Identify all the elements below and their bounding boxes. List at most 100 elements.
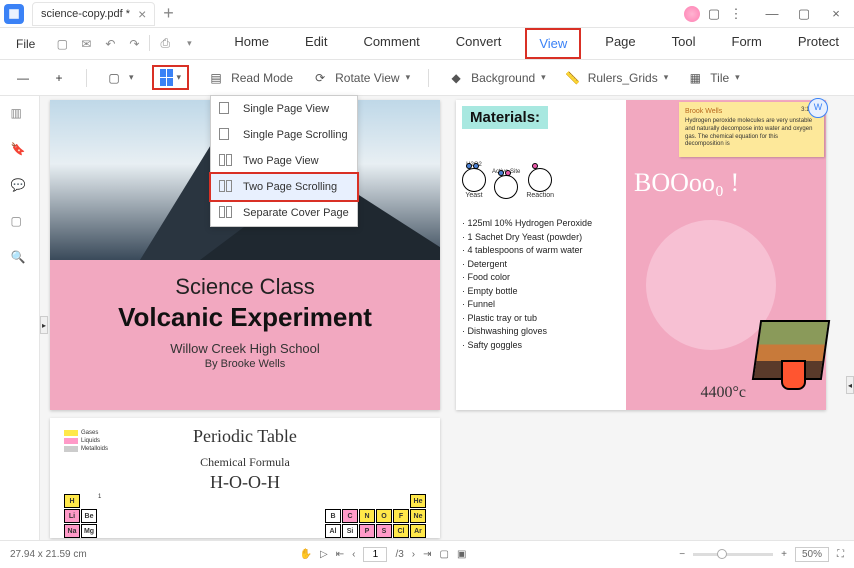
notification-icon[interactable]: ▢ xyxy=(706,6,722,22)
read-mode-button[interactable]: ▤ Read Mode xyxy=(207,69,293,87)
quick-access-toolbar: ▢ ✉ ↶ ↷ ⎙ ▾ xyxy=(53,35,198,53)
separator xyxy=(428,69,429,87)
elements-right-block: He B C N O F Ne Al Si P S Cl Ar xyxy=(325,494,426,538)
element-he: He xyxy=(410,494,426,508)
main-area: ▥ 🔖 💬 ▢ 🔍 ▸ Single Page View Single Page… xyxy=(0,96,854,540)
kebab-menu-icon[interactable]: ⋮ xyxy=(728,6,744,22)
close-window-button[interactable]: × xyxy=(822,6,850,21)
attachments-icon[interactable]: ▢ xyxy=(11,214,29,232)
last-page-button[interactable]: ⇥ xyxy=(423,549,431,560)
background-button[interactable]: ◆ Background▾ xyxy=(447,69,546,87)
fit-page-icon[interactable]: ▣ xyxy=(457,549,466,560)
tile-button[interactable]: ▦ Tile▾ xyxy=(686,69,739,87)
undo-icon[interactable]: ↶ xyxy=(101,35,119,53)
pdf-page-3: Gases Liquids Metalloids Periodic Table … xyxy=(50,418,440,538)
menu-single-page-view[interactable]: Single Page View xyxy=(211,96,357,122)
zoom-out-icon[interactable]: − xyxy=(679,549,685,560)
thumbnails-icon[interactable]: ▥ xyxy=(11,106,29,124)
element-n: N xyxy=(359,509,375,523)
annotation-note[interactable]: W Brook Wells3:11 P Hydrogen peroxide mo… xyxy=(679,102,824,157)
expand-right-panel[interactable]: ◂ xyxy=(846,376,854,394)
page-dimensions: 27.94 x 21.59 cm xyxy=(10,549,87,560)
menu-item-label: Single Page View xyxy=(243,103,329,115)
hand-tool-icon[interactable]: ✋ xyxy=(300,549,312,560)
fullscreen-icon[interactable]: ⛶ xyxy=(837,549,844,560)
ribbon-tabs: Home Edit Comment Convert View Page Tool… xyxy=(222,28,851,59)
zoom-in-icon[interactable]: + xyxy=(781,549,787,560)
prev-page-button[interactable]: ‹ xyxy=(352,549,355,560)
separator xyxy=(86,69,87,87)
file-menu[interactable]: File xyxy=(8,33,43,55)
maximize-button[interactable]: ▢ xyxy=(790,6,818,22)
two-scroll-icon xyxy=(219,180,235,194)
menu-separate-cover[interactable]: Separate Cover Page xyxy=(211,200,357,226)
page2-illustration: W Brook Wells3:11 P Hydrogen peroxide mo… xyxy=(626,100,826,410)
element-s: S xyxy=(376,524,392,538)
two-page-icon xyxy=(160,69,173,86)
minimize-button[interactable]: — xyxy=(758,6,786,21)
tab-edit[interactable]: Edit xyxy=(293,28,339,59)
titlebar: science-copy.pdf * × + ▢ ⋮ — ▢ × xyxy=(0,0,854,28)
document-viewport[interactable]: Science Class Volcanic Experiment Willow… xyxy=(40,96,854,540)
bookmarks-icon[interactable]: 🔖 xyxy=(11,142,29,160)
expand-left-panel[interactable]: ▸ xyxy=(40,316,48,334)
tab-home[interactable]: Home xyxy=(222,28,281,59)
menu-item-label: Two Page Scrolling xyxy=(243,181,337,193)
fit-width-icon[interactable]: ▢ xyxy=(440,549,449,560)
page-layout-dropdown[interactable]: ▾ xyxy=(152,65,190,90)
zoom-slider[interactable] xyxy=(693,553,773,556)
zoom-in-button[interactable]: + xyxy=(50,69,68,87)
fit-tool[interactable]: ▢▾ xyxy=(105,69,134,87)
tab-form[interactable]: Form xyxy=(720,28,774,59)
rulers-grids-button[interactable]: 📏 Rulers_Grids▾ xyxy=(564,69,669,87)
search-panel-icon[interactable]: 🔍 xyxy=(11,250,29,268)
materials-list: 125ml 10% Hydrogen Peroxide 1 Sachet Dry… xyxy=(462,217,620,352)
fit-icon: ▢ xyxy=(105,69,123,87)
legend-metalloids: Metalloids xyxy=(81,446,108,452)
zoom-value[interactable]: 50% xyxy=(795,547,829,562)
mail-icon[interactable]: ✉ xyxy=(77,35,95,53)
new-tab-button[interactable]: + xyxy=(163,3,174,24)
user-badge-icon[interactable] xyxy=(684,6,700,22)
tab-convert[interactable]: Convert xyxy=(444,28,514,59)
elements-left-block: H1 Li Be Na Mg xyxy=(64,494,114,538)
pink-circle-graphic xyxy=(646,220,776,350)
page2-materials-column: Materials: H2O2Yeast Active Site Reactio… xyxy=(456,100,626,410)
page1-author: By Brooke Wells xyxy=(50,358,440,370)
separator xyxy=(149,35,150,51)
menu-two-page-scrolling[interactable]: Two Page Scrolling xyxy=(209,172,359,202)
select-tool-icon[interactable]: ▷ xyxy=(320,549,328,560)
rotate-view-button[interactable]: ⟳ Rotate View▾ xyxy=(311,69,410,87)
material-item: 4 tablespoons of warm water xyxy=(462,244,620,258)
zoom-out-button[interactable]: ― xyxy=(14,69,32,87)
next-page-button[interactable]: › xyxy=(412,549,415,560)
note-badge-icon: W xyxy=(808,98,828,118)
element-mg: Mg xyxy=(81,524,97,538)
redo-icon[interactable]: ↷ xyxy=(125,35,143,53)
page1-subtitle: Science Class xyxy=(50,274,440,300)
tab-page[interactable]: Page xyxy=(593,28,647,59)
yeast-label: Yeast xyxy=(465,192,482,199)
pdf-page-2: Materials: H2O2Yeast Active Site Reactio… xyxy=(456,100,826,410)
statusbar: 27.94 x 21.59 cm ✋ ▷ ⇤ ‹ /3 › ⇥ ▢ ▣ − + … xyxy=(0,540,854,568)
print-dropdown-icon[interactable]: ▾ xyxy=(180,35,198,53)
element-h: H xyxy=(64,494,80,508)
menu-single-page-scrolling[interactable]: Single Page Scrolling xyxy=(211,122,357,148)
tab-comment[interactable]: Comment xyxy=(351,28,431,59)
tab-view[interactable]: View xyxy=(525,28,581,59)
formula-label: Chemical Formula xyxy=(58,455,432,470)
comments-icon[interactable]: 💬 xyxy=(11,178,29,196)
save-icon[interactable]: ▢ xyxy=(53,35,71,53)
menu-two-page-view[interactable]: Two Page View xyxy=(211,148,357,174)
document-tab[interactable]: science-copy.pdf * × xyxy=(32,2,155,26)
element-ne: Ne xyxy=(410,509,426,523)
tab-protect[interactable]: Protect xyxy=(786,28,851,59)
print-icon[interactable]: ⎙ xyxy=(156,35,174,53)
single-scroll-icon xyxy=(219,128,235,142)
tab-tool[interactable]: Tool xyxy=(660,28,708,59)
close-tab-icon[interactable]: × xyxy=(138,6,146,22)
element-p: P xyxy=(359,524,375,538)
chevron-down-icon: ▾ xyxy=(177,72,182,83)
first-page-button[interactable]: ⇤ xyxy=(336,549,344,560)
page-number-input[interactable] xyxy=(363,547,387,562)
